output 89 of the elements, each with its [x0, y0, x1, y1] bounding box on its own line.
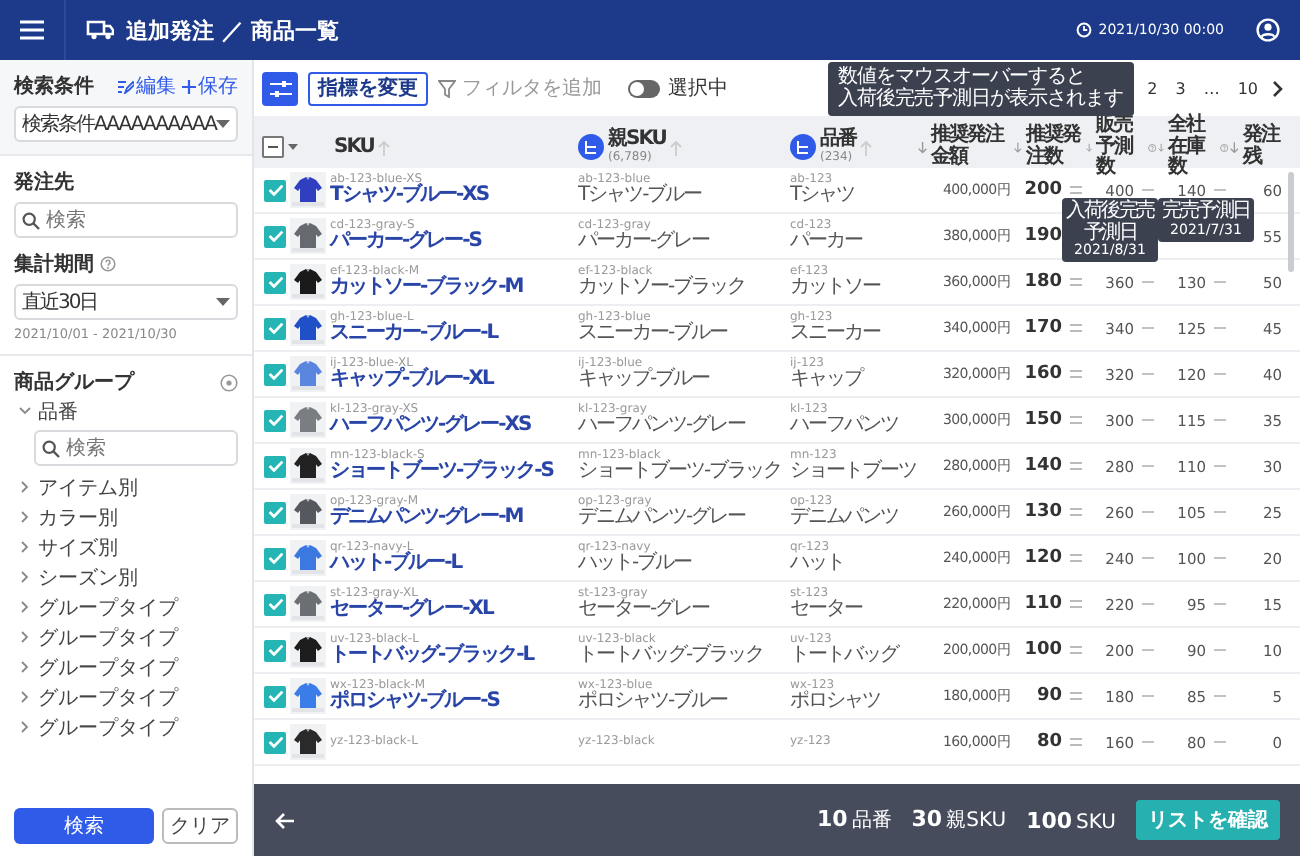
supplier-label: 発注先 [14, 168, 76, 196]
item-name: ハーフパンツ [790, 415, 898, 437]
sku-name-link[interactable]: ハット-ブルー-L [330, 553, 462, 575]
item-name: カットソー [790, 277, 880, 299]
period-label: 集計期間 [14, 251, 94, 278]
column-header[interactable]: 推奨発注数 [1025, 126, 1084, 169]
sku-name-link[interactable]: トートバッグ-ブラック-L [330, 645, 534, 667]
tree-item[interactable]: グループタイプ [14, 622, 238, 652]
item-name: ポロシャツ [790, 691, 880, 713]
quantity-cell: 140 [1024, 456, 1062, 476]
tooltip-text: 数値をマウスオーバーすると [838, 65, 1088, 87]
total-count: 10 [816, 806, 848, 832]
edit-link[interactable]: 編集 [118, 72, 176, 100]
group-search-field[interactable]: 検索 [34, 430, 238, 466]
parent-sku-name: パーカー-グレー [578, 231, 710, 253]
item-name: ショートブーツ [790, 461, 916, 483]
quantity-cell: 80 [1036, 732, 1062, 752]
parent-sku-name: カットソー-ブラック [578, 277, 746, 299]
sku-name-link[interactable]: キャップ-ブルー-XL [330, 369, 493, 391]
parent-sku-name: デニムパンツ-グレー [578, 507, 746, 529]
sku-name-link[interactable]: スニーカー-ブルー-L [330, 323, 498, 345]
column-header[interactable]: 品番 [820, 130, 856, 152]
tree-item[interactable]: 品番 [14, 396, 238, 426]
total-unit: SKU [1076, 811, 1116, 833]
tree-item[interactable]: サイズ別 [14, 532, 238, 562]
quantity-cell: 110 [1024, 594, 1062, 614]
sku-name-link[interactable]: ポロシャツ-ブルー-S [330, 691, 500, 713]
parent-sku-name: ハーフパンツ-グレー [578, 415, 746, 437]
quantity-cell: 100 [1024, 640, 1062, 660]
period-select[interactable]: 直近30日 [14, 284, 238, 320]
quantity-cell: 190 [1024, 226, 1062, 246]
parent-sku-name: キャップ-ブルー [578, 369, 710, 391]
change-metrics-button[interactable]: 指標を変更 [308, 71, 428, 105]
item-name: デニムパンツ [790, 507, 898, 529]
quantity-cell: 90 [1036, 686, 1062, 706]
page-link[interactable]: … [1199, 79, 1224, 97]
item-name: ハット [790, 553, 844, 575]
item-name: セーター [790, 599, 862, 621]
product-group-label: 商品グループ [14, 368, 134, 396]
tree-item[interactable]: カラー別 [14, 502, 238, 532]
tree-item[interactable]: グループタイプ [14, 652, 238, 682]
tree-item[interactable]: グループタイプ [14, 592, 238, 622]
page-link[interactable]: 10 [1233, 79, 1262, 97]
quantity-cell: 200 [1024, 180, 1062, 200]
sku-name-link[interactable]: カットソー-ブラック-M [330, 277, 523, 299]
search-button[interactable]: 検索 [14, 808, 154, 844]
parent-sku-name: ハット-ブルー [578, 553, 692, 575]
parent-sku-name: トートバッグ-ブラック [578, 645, 764, 667]
item-name: スニーカー [790, 323, 880, 345]
conditions-label: 検索条件 [14, 73, 94, 100]
parent-sku-name: ショートブーツ-ブラック [578, 461, 782, 483]
quantity-cell: 130 [1024, 502, 1062, 522]
tree-item[interactable]: シーズン別 [14, 562, 238, 592]
tooltip-text: 入荷後完売予測日が表示されます [838, 88, 1124, 111]
column-header[interactable]: SKU [334, 137, 374, 158]
quantity-cell: 180 [1024, 272, 1062, 292]
parent-sku-name: ポロシャツ-ブルー [578, 691, 728, 713]
tree-item[interactable]: グループタイプ [14, 712, 238, 742]
parent-sku-name: セーター-グレー [578, 599, 710, 621]
tree-item[interactable]: グループタイプ [14, 682, 238, 712]
item-name: トートバッグ [790, 645, 898, 667]
save-link[interactable]: 保存 [182, 72, 238, 100]
page-link[interactable]: 3 [1171, 79, 1190, 97]
supplier-search-field[interactable]: 検索 [14, 202, 238, 238]
sku-name-link[interactable]: ハーフパンツ-グレー-XS [330, 415, 531, 437]
toggle-label: 選択中 [668, 75, 728, 102]
sku-name-link[interactable]: ショートブーツ-ブラック-S [330, 461, 554, 483]
total-unit: 品番 [851, 807, 892, 834]
total-count: 30 [911, 806, 943, 832]
quantity-cell: 170 [1024, 318, 1062, 338]
column-header[interactable]: 親SKU [608, 130, 666, 152]
total-count: 100 [1026, 807, 1073, 833]
column-header[interactable]: 推奨発注金額 [931, 126, 1014, 169]
item-name: キャップ [790, 369, 862, 391]
column-header[interactable]: 発注残 [1242, 126, 1282, 169]
tree-item[interactable]: アイテム別 [14, 472, 238, 502]
quantity-cell: 120 [1024, 548, 1062, 568]
quantity-cell: 160 [1024, 364, 1062, 384]
quantity-cell: 150 [1024, 410, 1062, 430]
item-name: パーカー [790, 231, 862, 253]
page-title: 追加発注 ／ 商品一覧 [126, 15, 340, 45]
conditions-select[interactable]: 検索条件AAAAAAAAAA [14, 106, 238, 142]
parent-sku-name: スニーカー-ブルー [578, 323, 728, 345]
sku-name-link[interactable]: パーカー-グレー-S [330, 231, 482, 253]
page-link[interactable]: 2 [1143, 79, 1162, 97]
total-unit: 親SKU [946, 807, 1007, 834]
clear-button[interactable]: クリア [162, 808, 238, 844]
sku-name-link[interactable]: セーター-グレー-XL [330, 599, 493, 621]
sku-name-link[interactable]: デニムパンツ-グレー-M [330, 507, 523, 529]
